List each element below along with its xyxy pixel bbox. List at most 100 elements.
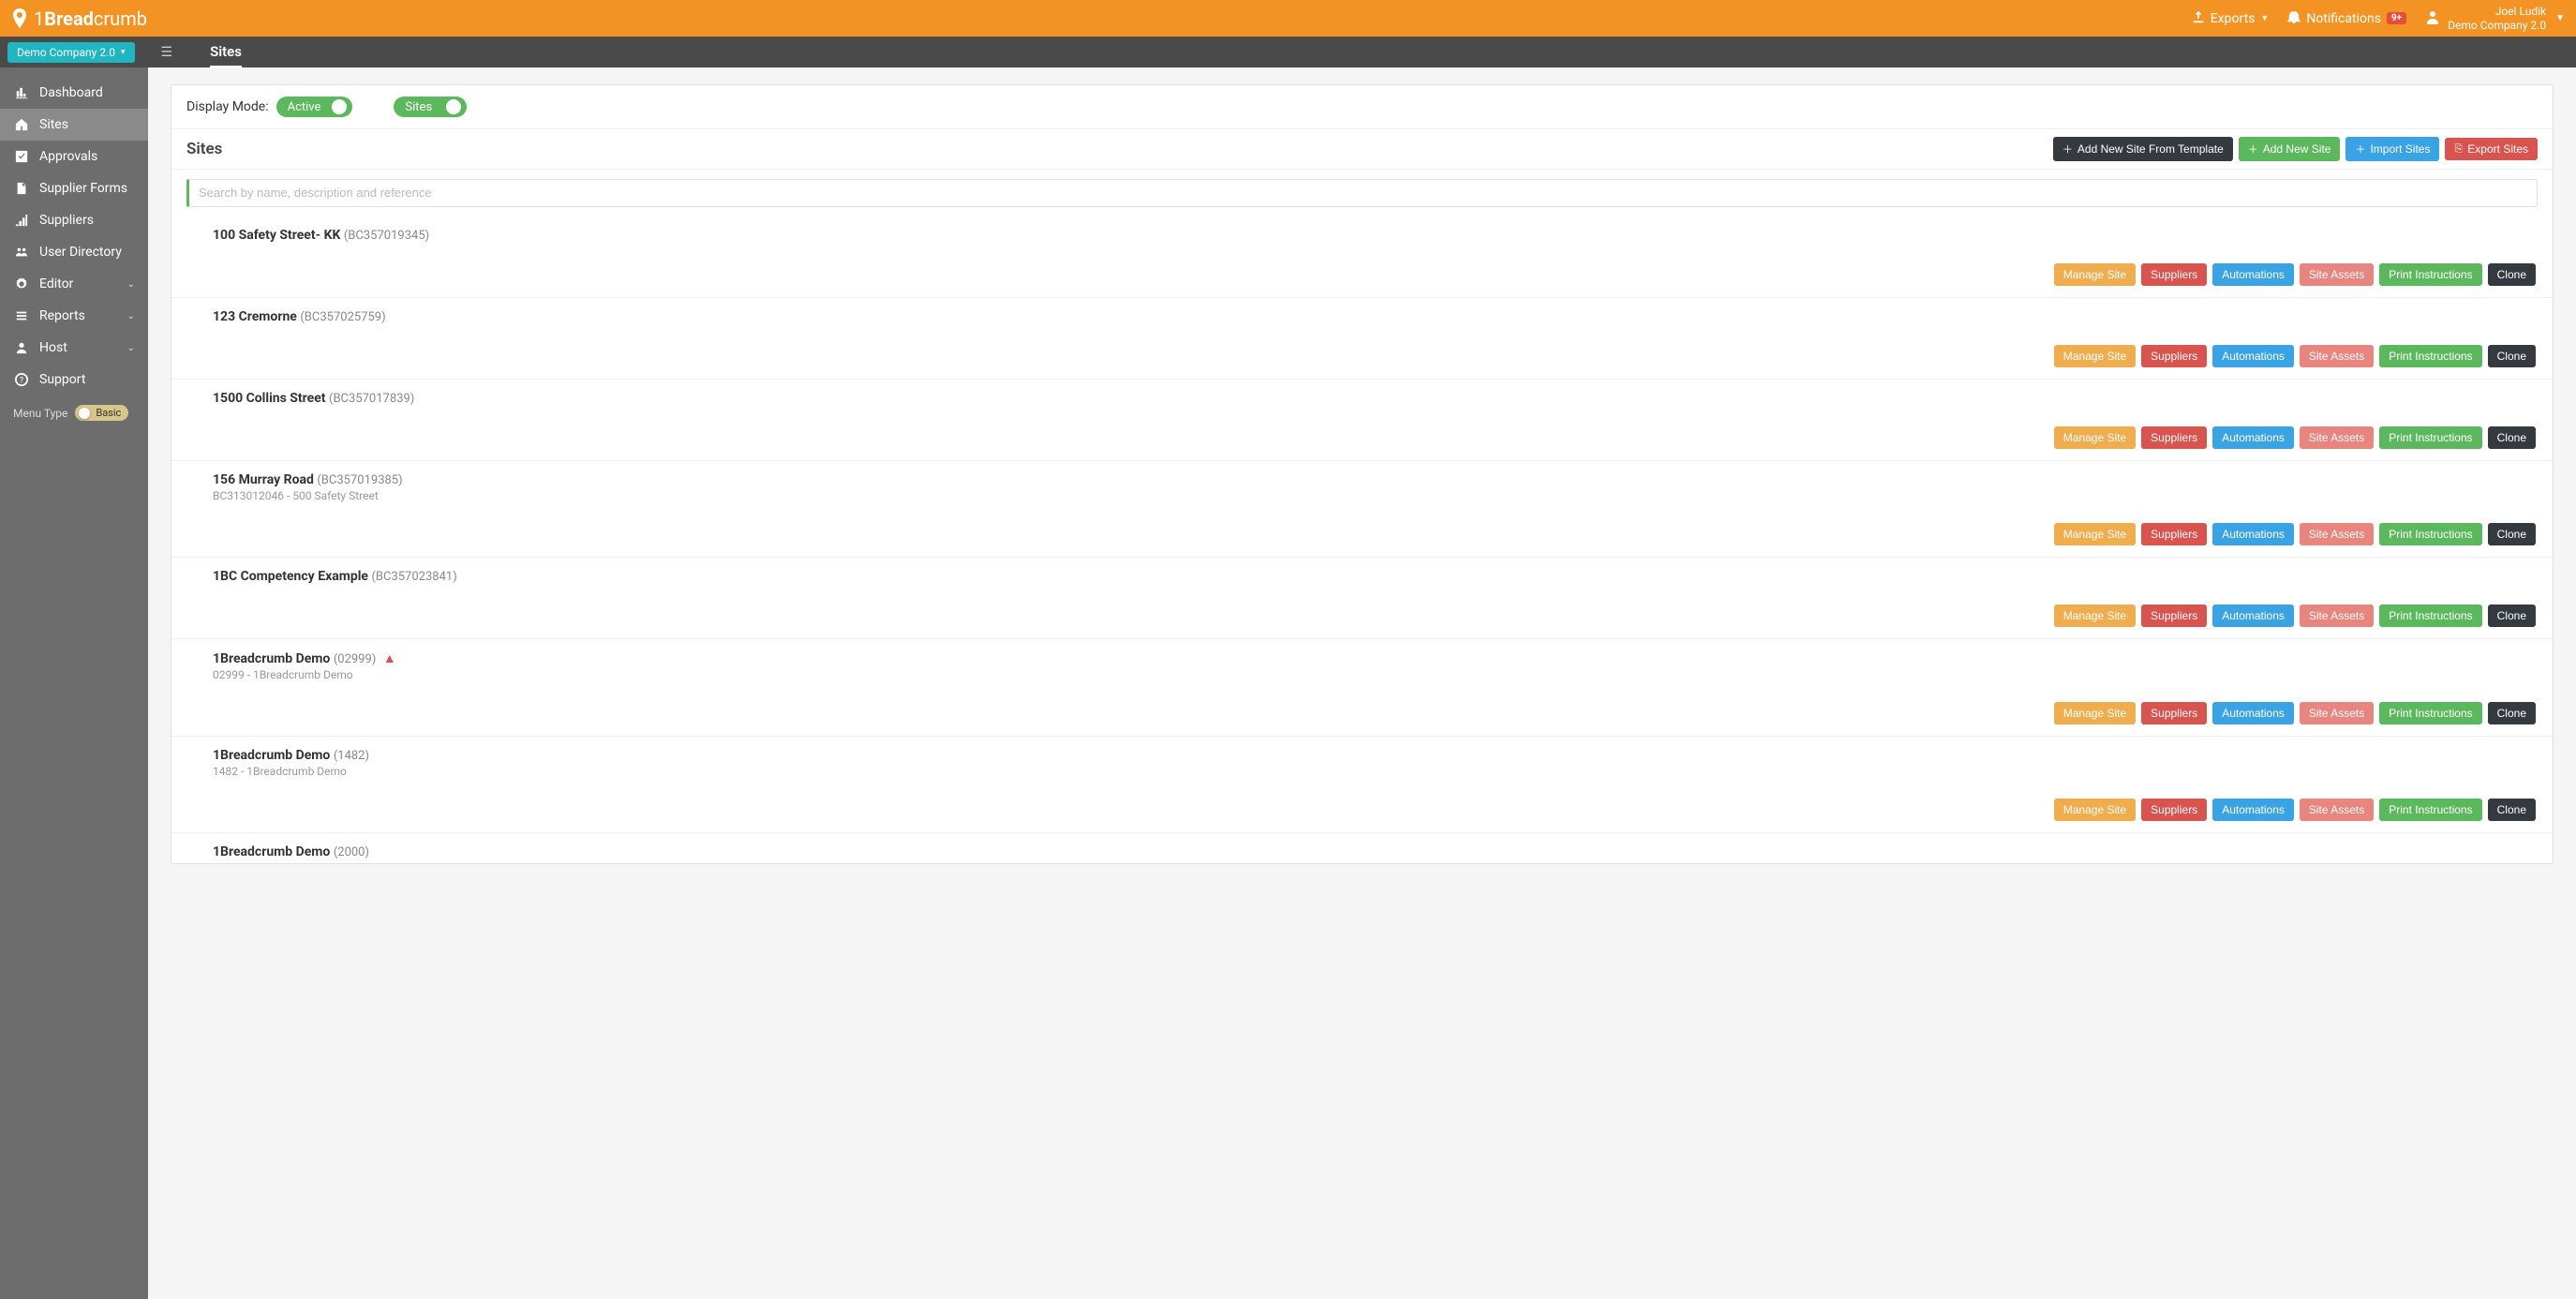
sidebar-item-label: Supplier Forms: [39, 181, 127, 196]
sidebar-item-host[interactable]: Host ⌄: [0, 332, 148, 364]
site-assets-button[interactable]: Site Assets: [2300, 345, 2374, 367]
toggle-knob: [332, 99, 347, 114]
logo[interactable]: 1Breadcrumb: [11, 7, 147, 30]
site-ref: (BC357025759): [300, 310, 385, 324]
suppliers-button[interactable]: Suppliers: [2141, 605, 2207, 627]
sidebar-item-label: Dashboard: [39, 85, 103, 100]
exports-label: Exports: [2211, 11, 2256, 26]
sidebar-item-supplier-forms[interactable]: Supplier Forms: [0, 172, 148, 204]
site-title: 156 Murray Road (BC357019385): [213, 472, 2536, 487]
site-ref: (02999): [334, 652, 377, 666]
clone-button[interactable]: Clone: [2488, 799, 2536, 821]
site-name: 123 Cremorne: [213, 309, 300, 324]
automations-button[interactable]: Automations: [2212, 799, 2294, 821]
site-assets-button[interactable]: Site Assets: [2300, 426, 2374, 449]
file-icon: [13, 182, 30, 195]
print-instructions-button[interactable]: Print Instructions: [2379, 426, 2481, 449]
site-name: 156 Murray Road: [213, 472, 317, 487]
automations-button[interactable]: Automations: [2212, 523, 2294, 545]
manage-site-button[interactable]: Manage Site: [2054, 426, 2136, 449]
clone-button[interactable]: Clone: [2488, 345, 2536, 367]
site-subtitle: 02999 - 1Breadcrumb Demo: [213, 668, 2536, 681]
site-assets-button[interactable]: Site Assets: [2300, 263, 2374, 286]
display-mode-row: Display Mode: Active Sites: [171, 85, 2553, 128]
sidebar-item-editor[interactable]: Editor ⌄: [0, 268, 148, 300]
import-sites-button[interactable]: ＋ Import Sites: [2345, 137, 2439, 161]
site-name: 100 Safety Street- KK: [213, 228, 344, 243]
print-instructions-button[interactable]: Print Instructions: [2379, 799, 2481, 821]
topbar: 1Breadcrumb Exports ▼ Notifications 9+ J…: [0, 0, 2576, 37]
sidebar-item-dashboard[interactable]: Dashboard: [0, 77, 148, 109]
print-instructions-button[interactable]: Print Instructions: [2379, 345, 2481, 367]
manage-site-button[interactable]: Manage Site: [2054, 523, 2136, 545]
subbar: Demo Company 2.0 ▾ ☰ Sites: [0, 37, 2576, 67]
menu-type-toggle[interactable]: Basic: [75, 405, 128, 421]
suppliers-button[interactable]: Suppliers: [2141, 263, 2207, 286]
sidebar-item-user-directory[interactable]: User Directory: [0, 236, 148, 268]
sites-card: Display Mode: Active Sites Sites: [171, 84, 2554, 864]
sidebar-item-approvals[interactable]: Approvals: [0, 141, 148, 172]
toggle-knob: [446, 99, 461, 114]
print-instructions-button[interactable]: Print Instructions: [2379, 702, 2481, 724]
print-instructions-button[interactable]: Print Instructions: [2379, 263, 2481, 286]
question-icon: ?: [13, 373, 30, 386]
logo-text-pre: 1: [34, 7, 44, 30]
sidebar-toggle[interactable]: ☰: [161, 45, 173, 60]
manage-site-button[interactable]: Manage Site: [2054, 345, 2136, 367]
suppliers-button[interactable]: Suppliers: [2141, 799, 2207, 821]
user-name: Joel Ludik: [2448, 5, 2546, 18]
toggle-active[interactable]: Active: [276, 97, 353, 117]
suppliers-button[interactable]: Suppliers: [2141, 345, 2207, 367]
search-input[interactable]: [199, 186, 2527, 200]
site-assets-button[interactable]: Site Assets: [2300, 702, 2374, 724]
site-assets-button[interactable]: Site Assets: [2300, 523, 2374, 545]
suppliers-button[interactable]: Suppliers: [2141, 702, 2207, 724]
clone-button[interactable]: Clone: [2488, 605, 2536, 627]
site-name: 1500 Collins Street: [213, 391, 329, 406]
automations-button[interactable]: Automations: [2212, 426, 2294, 449]
sidebar-item-support[interactable]: ? Support: [0, 364, 148, 396]
toggle-sites[interactable]: Sites: [394, 97, 467, 117]
sidebar-item-suppliers[interactable]: Suppliers: [0, 204, 148, 236]
list-icon: [13, 309, 30, 322]
suppliers-button[interactable]: Suppliers: [2141, 523, 2207, 545]
site-name: 1BC Competency Example: [213, 569, 371, 584]
print-instructions-button[interactable]: Print Instructions: [2379, 523, 2481, 545]
clone-button[interactable]: Clone: [2488, 702, 2536, 724]
site-row: 156 Murray Road (BC357019385)BC313012046…: [171, 461, 2553, 558]
company-chip-label: Demo Company 2.0: [17, 46, 115, 59]
user-company: Demo Company 2.0: [2448, 19, 2546, 32]
suppliers-button[interactable]: Suppliers: [2141, 426, 2207, 449]
automations-button[interactable]: Automations: [2212, 605, 2294, 627]
add-site-from-template-button[interactable]: ＋ Add New Site From Template: [2053, 137, 2233, 161]
exports-menu[interactable]: Exports ▼: [2192, 10, 2270, 27]
clone-button[interactable]: Clone: [2488, 426, 2536, 449]
manage-site-button[interactable]: Manage Site: [2054, 702, 2136, 724]
automations-button[interactable]: Automations: [2212, 263, 2294, 286]
company-selector[interactable]: Demo Company 2.0 ▾: [7, 42, 135, 63]
export-sites-button[interactable]: ⎘ Export Sites: [2445, 138, 2538, 160]
manage-site-button[interactable]: Manage Site: [2054, 605, 2136, 627]
add-new-site-button[interactable]: ＋ Add New Site: [2239, 137, 2341, 161]
site-actions: Manage SiteSuppliersAutomations Site Asse…: [213, 605, 2536, 627]
print-instructions-button[interactable]: Print Instructions: [2379, 605, 2481, 627]
download-icon: ⎘: [2454, 143, 2463, 156]
clone-button[interactable]: Clone: [2488, 263, 2536, 286]
site-ref: (1482): [334, 749, 369, 763]
plus-icon: ＋: [2062, 142, 2073, 157]
manage-site-button[interactable]: Manage Site: [2054, 799, 2136, 821]
clone-button[interactable]: Clone: [2488, 523, 2536, 545]
site-row: 1500 Collins Street (BC357017839)Manage …: [171, 380, 2553, 461]
automations-button[interactable]: Automations: [2212, 345, 2294, 367]
sidebar-item-sites[interactable]: Sites: [0, 109, 148, 141]
sidebar-item-reports[interactable]: Reports ⌄: [0, 300, 148, 332]
user-menu[interactable]: Joel Ludik Demo Company 2.0 ▼: [2425, 5, 2565, 32]
site-name: 1Breadcrumb Demo: [213, 844, 334, 859]
notifications-menu[interactable]: Notifications 9+: [2287, 10, 2406, 27]
site-assets-button[interactable]: Site Assets: [2300, 605, 2374, 627]
manage-site-button[interactable]: Manage Site: [2054, 263, 2136, 286]
site-assets-button[interactable]: Site Assets: [2300, 799, 2374, 821]
toggle-sites-label: Sites: [405, 100, 432, 114]
automations-button[interactable]: Automations: [2212, 702, 2294, 724]
sidebar-item-label: Suppliers: [39, 213, 94, 228]
